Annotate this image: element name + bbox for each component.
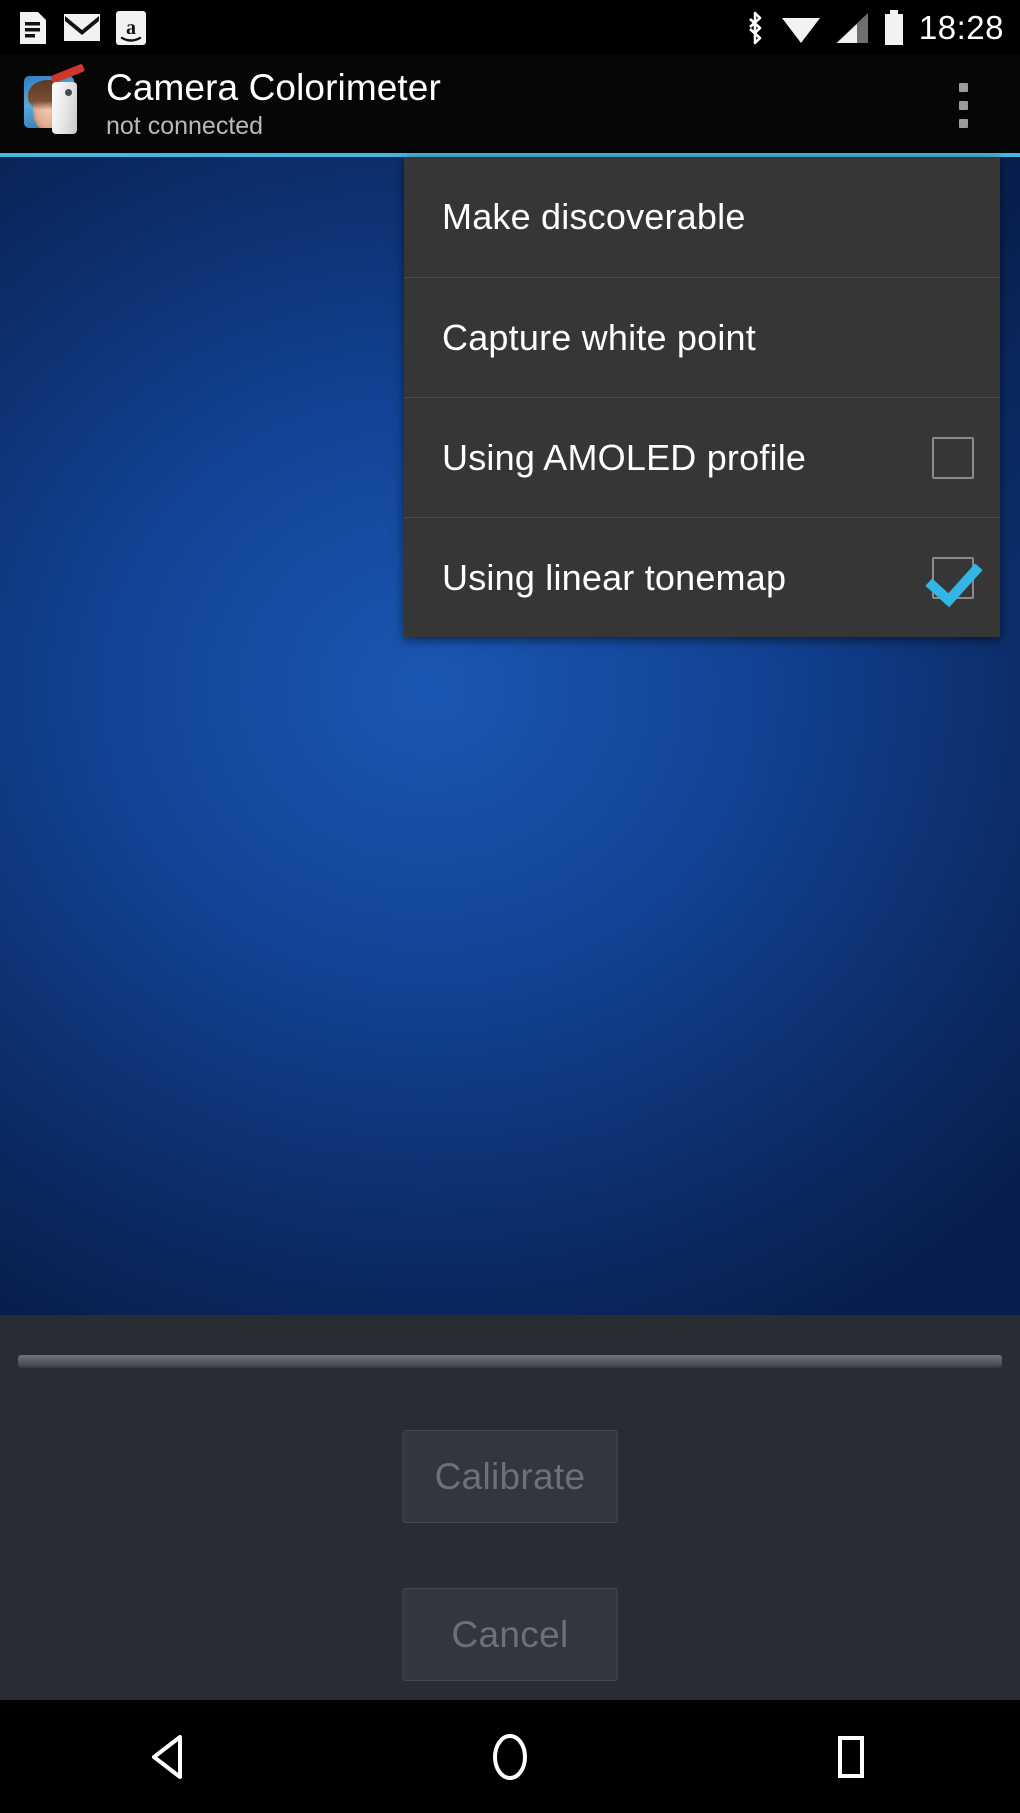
status-bar: a 18:28: [0, 0, 1020, 55]
overflow-dot-1: [958, 82, 968, 92]
cancel-button[interactable]: Cancel: [402, 1588, 618, 1681]
app-title: Camera Colorimeter: [106, 66, 441, 108]
status-bar-clock: 18:28: [918, 9, 1004, 46]
bluetooth-icon: [743, 10, 767, 46]
linear-tonemap-checkbox[interactable]: [932, 556, 974, 599]
overflow-menu-icon[interactable]: [940, 60, 986, 150]
brightness-seekbar[interactable]: [18, 1355, 1002, 1367]
action-bar-titles: Camera Colorimeter not connected: [106, 66, 441, 142]
menu-item-label: Using AMOLED profile: [442, 436, 807, 478]
camera-colorimeter-app-icon: [24, 63, 90, 136]
wifi-icon: [781, 12, 821, 44]
cellular-signal-icon: [835, 12, 869, 44]
recents-icon[interactable]: [775, 1700, 925, 1813]
menu-item-make-discoverable[interactable]: Make discoverable: [404, 157, 1000, 277]
home-icon[interactable]: [435, 1700, 585, 1813]
cancel-button-label: Cancel: [451, 1614, 569, 1655]
app-icon-phone: [52, 82, 77, 134]
menu-item-label: Capture white point: [442, 316, 756, 358]
amoled-profile-checkbox[interactable]: [932, 436, 974, 479]
connection-status-subtitle: not connected: [106, 112, 264, 141]
battery-icon: [883, 9, 905, 46]
overflow-dropdown-menu: Make discoverable Capture white point Us…: [404, 157, 1000, 637]
menu-item-label: Using linear tonemap: [442, 556, 787, 598]
email-notification-icon: [64, 14, 100, 41]
menu-item-capture-white-point[interactable]: Capture white point: [404, 277, 1000, 397]
status-bar-system-icons: 18:28: [743, 9, 1020, 46]
navigation-bar: [0, 1700, 1020, 1813]
overflow-dot-3: [958, 118, 968, 128]
calibrate-button[interactable]: Calibrate: [402, 1430, 618, 1523]
overflow-dot-2: [958, 100, 968, 110]
back-icon[interactable]: [95, 1700, 245, 1813]
amazon-notification-icon: a: [116, 10, 146, 45]
menu-item-label: Make discoverable: [442, 196, 746, 237]
calibrate-button-label: Calibrate: [434, 1456, 586, 1497]
menu-item-using-amoled-profile[interactable]: Using AMOLED profile: [404, 397, 1000, 517]
status-bar-notifications: a: [0, 10, 146, 45]
action-bar: Camera Colorimeter not connected: [0, 55, 1020, 155]
controls-panel: Calibrate Cancel: [0, 1315, 1020, 1700]
document-notification-icon: [18, 11, 48, 45]
phone-screen: a 18:28 Camera Colorimeter not connected…: [0, 0, 1020, 1813]
menu-item-using-linear-tonemap[interactable]: Using linear tonemap: [404, 517, 1000, 637]
svg-text:a: a: [126, 17, 136, 39]
